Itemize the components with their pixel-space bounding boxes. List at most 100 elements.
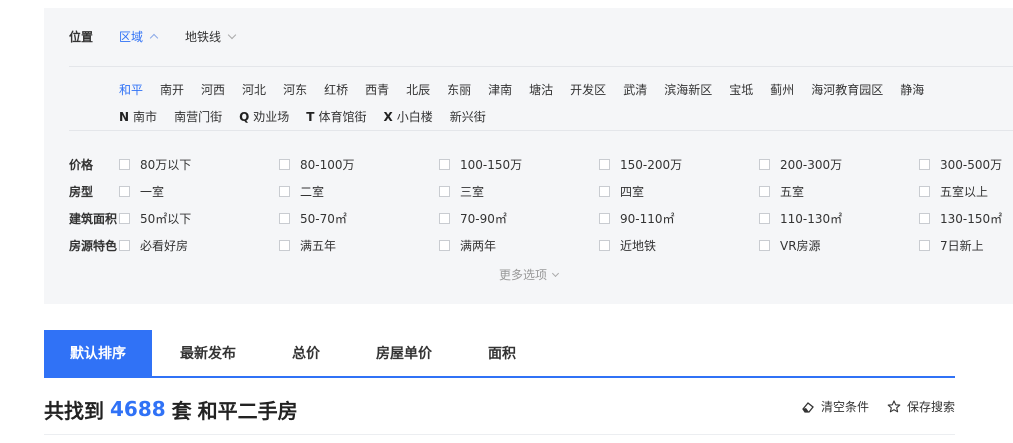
divider — [69, 66, 1013, 67]
district-item[interactable]: 河西 — [201, 81, 225, 98]
position-label: 位置 — [69, 29, 94, 44]
filter-option-label: 五室 — [780, 185, 805, 199]
district-item[interactable]: 蓟州 — [770, 81, 794, 98]
checkbox[interactable] — [119, 159, 130, 170]
filter-label: 房源特色 — [69, 239, 118, 253]
sort-tab[interactable]: 房屋单价 — [348, 330, 460, 376]
filter-option[interactable]: 80万以下 — [119, 156, 279, 173]
district-item[interactable]: 河东 — [283, 81, 307, 98]
filter-label: 房型 — [69, 185, 94, 199]
checkbox[interactable] — [759, 159, 770, 170]
filter-option[interactable]: 五室以上 — [919, 183, 1007, 200]
checkbox[interactable] — [439, 213, 450, 224]
checkbox[interactable] — [599, 186, 610, 197]
filter-option[interactable]: 二室 — [279, 183, 439, 200]
checkbox[interactable] — [439, 186, 450, 197]
index-letter: N — [119, 110, 130, 124]
filter-option-label: 80-100万 — [300, 158, 355, 172]
filter-option[interactable]: 200-300万 — [759, 156, 919, 173]
filter-option[interactable]: 满两年 — [439, 237, 599, 254]
filter-option[interactable]: 近地铁 — [599, 237, 759, 254]
subdistrict-item[interactable]: 新兴街 — [450, 108, 486, 125]
result-heading: 共找到 4688 套 和平二手房 — [44, 394, 298, 424]
filter-option[interactable]: 100-150万 — [439, 156, 599, 173]
chevron-up-icon — [149, 33, 159, 43]
filter-option[interactable]: 三室 — [439, 183, 599, 200]
sort-tab-bar: 默认排序 最新发布 总价 房屋单价 面积 — [44, 330, 955, 378]
filter-option[interactable]: 必看好房 — [119, 237, 279, 254]
filter-option[interactable]: 50㎡以下 — [119, 210, 279, 227]
checkbox[interactable] — [919, 186, 930, 197]
checkbox[interactable] — [119, 213, 130, 224]
district-item[interactable]: 南开 — [160, 81, 184, 98]
filter-option[interactable]: 满五年 — [279, 237, 439, 254]
sort-tab[interactable]: 最新发布 — [152, 330, 264, 376]
district-item[interactable]: 红桥 — [324, 81, 348, 98]
subdistrict-item[interactable]: Q 劝业场 — [239, 108, 289, 125]
checkbox[interactable] — [119, 240, 130, 251]
sort-tab[interactable]: 总价 — [264, 330, 348, 376]
district-item[interactable]: 北辰 — [406, 81, 430, 98]
filter-option[interactable]: 7日新上 — [919, 237, 1007, 254]
filter-option[interactable]: 150-200万 — [599, 156, 759, 173]
district-item[interactable]: 东丽 — [447, 81, 471, 98]
checkbox[interactable] — [919, 213, 930, 224]
subdistrict-item[interactable]: T 体育馆街 — [306, 108, 366, 125]
checkbox[interactable] — [919, 240, 930, 251]
chevron-down-icon — [551, 269, 560, 277]
checkbox[interactable] — [439, 240, 450, 251]
checkbox[interactable] — [119, 186, 130, 197]
filter-option-label: 130-150㎡ — [940, 212, 1003, 226]
filter-panel: 位置 区域 地铁线 和平 南开 河西 河北 河东 红桥 西青 北辰 东丽 津南 塘沽 开发区 武清 滨海新… — [44, 8, 1013, 304]
subdistrict-item[interactable]: N 南市 — [119, 108, 157, 125]
district-item[interactable]: 和平 — [119, 81, 143, 98]
checkbox[interactable] — [279, 159, 290, 170]
filter-option[interactable]: 四室 — [599, 183, 759, 200]
checkbox[interactable] — [279, 186, 290, 197]
district-item[interactable]: 津南 — [488, 81, 512, 98]
more-options-button[interactable]: 更多选项 — [44, 266, 1013, 283]
filter-option[interactable]: 50-70㎡ — [279, 210, 439, 227]
checkbox[interactable] — [599, 159, 610, 170]
checkbox[interactable] — [759, 240, 770, 251]
checkbox[interactable] — [599, 240, 610, 251]
district-item[interactable]: 河北 — [242, 81, 266, 98]
checkbox[interactable] — [759, 213, 770, 224]
filter-option[interactable]: 五室 — [759, 183, 919, 200]
result-unit: 套 — [171, 398, 192, 423]
filter-option[interactable]: 130-150㎡ — [919, 210, 1007, 227]
district-item[interactable]: 塘沽 — [529, 81, 553, 98]
sort-tab[interactable]: 默认排序 — [44, 330, 152, 376]
filter-option[interactable]: 90-110㎡ — [599, 210, 759, 227]
save-search-button[interactable]: 保存搜索 — [887, 398, 955, 415]
result-title: 和平二手房 — [197, 398, 298, 423]
sort-tab[interactable]: 面积 — [460, 330, 544, 376]
subdistrict-item[interactable]: X 小白楼 — [384, 108, 433, 125]
filter-option[interactable]: VR房源 — [759, 237, 919, 254]
checkbox[interactable] — [919, 159, 930, 170]
tab-subway[interactable]: 地铁线 — [185, 28, 237, 45]
checkbox[interactable] — [439, 159, 450, 170]
filter-option[interactable]: 300-500万 — [919, 156, 1007, 173]
filter-option[interactable]: 一室 — [119, 183, 279, 200]
filter-option-label: 300-500万 — [940, 158, 1003, 172]
tab-region[interactable]: 区域 — [119, 28, 159, 45]
subdistrict-item[interactable]: 南营门街 — [174, 108, 222, 125]
filter-option[interactable]: 70-90㎡ — [439, 210, 599, 227]
checkbox[interactable] — [279, 240, 290, 251]
district-item[interactable]: 西青 — [365, 81, 389, 98]
subdistrict-label: 南营门街 — [174, 110, 223, 124]
district-item[interactable]: 海河教育园区 — [811, 81, 883, 98]
checkbox[interactable] — [599, 213, 610, 224]
filter-option[interactable]: 110-130㎡ — [759, 210, 919, 227]
checkbox[interactable] — [759, 186, 770, 197]
district-item[interactable]: 滨海新区 — [664, 81, 712, 98]
clear-filters-button[interactable]: 清空条件 — [802, 398, 869, 415]
filter-option[interactable]: 80-100万 — [279, 156, 439, 173]
district-item[interactable]: 武清 — [623, 81, 647, 98]
district-item[interactable]: 静海 — [900, 81, 924, 98]
index-letter: X — [383, 110, 393, 124]
district-item[interactable]: 开发区 — [570, 81, 606, 98]
checkbox[interactable] — [279, 213, 290, 224]
district-item[interactable]: 宝坻 — [729, 81, 753, 98]
